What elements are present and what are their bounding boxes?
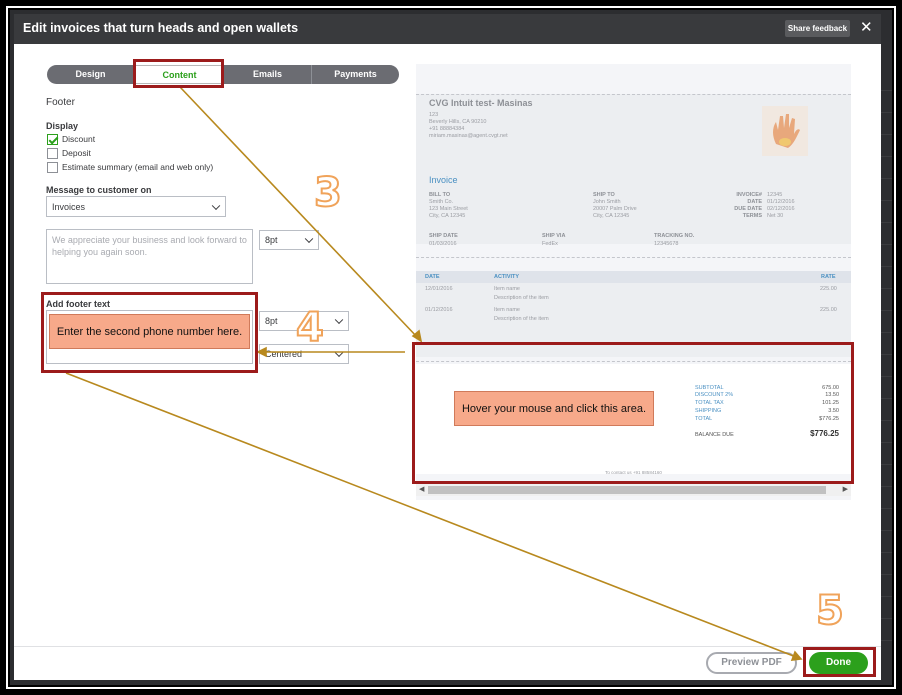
preview-divider [416, 94, 851, 95]
chevron-down-icon [211, 201, 221, 210]
preview-bill-to-1: Smith Co. [429, 199, 454, 205]
company-logo-icon [762, 106, 808, 156]
preview-ship-to-label: SHIP TO [593, 192, 615, 198]
tab-emails[interactable]: Emails [224, 65, 312, 84]
scroll-left-icon[interactable]: ◀ [419, 484, 424, 496]
tab-design[interactable]: Design [47, 65, 135, 84]
discount-checkbox[interactable] [47, 134, 58, 145]
preview-ship-date: 01/03/2016 [429, 241, 457, 247]
preview-row-2-item: Item name [494, 307, 520, 313]
preview-row-1-desc: Description of the item [494, 295, 549, 301]
preview-bill-to-2: 123 Main Street [429, 206, 468, 212]
share-feedback-button[interactable]: Share feedback [785, 20, 850, 37]
preview-address-2: Beverly Hills, CA 90210 [429, 119, 487, 125]
preview-tracking-label: TRACKING NO. [654, 233, 695, 239]
preview-ship-date-label: SHIP DATE [429, 233, 458, 239]
preview-address-3: +91 88884384 [429, 126, 465, 132]
step-number-3: 3 [313, 169, 343, 217]
preview-meta-label-2: DATE [747, 199, 762, 205]
message-label: Message to customer on [46, 185, 152, 195]
content-tab-highlight [133, 59, 224, 88]
step-number-5: 5 [815, 587, 845, 635]
section-title: Footer [46, 97, 75, 108]
preview-address-4: miriam.masinas@agent.cvgt.net [429, 133, 508, 139]
preview-divider [416, 257, 851, 258]
preview-doc-title: Invoice [429, 175, 458, 185]
chevron-down-icon [334, 315, 344, 325]
preview-ship-to-2: 20007 Palm Drive [593, 206, 637, 212]
scroll-right-icon[interactable]: ▶ [843, 484, 848, 496]
preview-row-1-date: 12/01/2016 [425, 286, 453, 292]
preview-bill-to-3: City, CA 12345 [429, 213, 466, 219]
preview-company: CVG Intuit test- Masinas [429, 98, 533, 108]
message-type-select[interactable]: Invoices [46, 196, 226, 217]
preview-row-1-item: Item name [494, 286, 520, 292]
chevron-down-icon [304, 234, 314, 244]
preview-meta-value-3: 02/12/2016 [767, 206, 795, 212]
preview-row-2-amount: 225.00 [820, 307, 837, 313]
preview-row-2-desc: Description of the item [494, 316, 549, 322]
display-label: Display [46, 121, 79, 131]
preview-row-2-date: 01/12/2016 [425, 307, 453, 313]
estimate-summary-label: Estimate summary (email and web only) [62, 162, 214, 172]
preview-bill-to-label: BILL TO [429, 192, 451, 198]
modal-header: Edit invoices that turn heads and open w… [14, 14, 881, 44]
message-font-size-value: 8pt [265, 235, 278, 245]
preview-col-date: DATE [425, 274, 440, 280]
message-font-size-select[interactable]: 8pt [259, 230, 319, 250]
step-number-4: 4 [295, 304, 325, 352]
discount-label: Discount [62, 134, 96, 144]
preview-meta-label-4: TERMS [742, 213, 762, 219]
done-button-highlight [803, 647, 876, 677]
preview-col-rate: RATE [821, 274, 836, 280]
preview-meta-value-1: 12345 [767, 192, 783, 198]
deposit-checkbox[interactable] [47, 148, 58, 159]
preview-meta-value-2: 01/12/2016 [767, 199, 795, 205]
preview-ship-to-1: John Smith [593, 199, 621, 205]
preview-ship-to-3: City, CA 12345 [593, 213, 630, 219]
footer-font-size-value: 8pt [265, 316, 278, 326]
estimate-summary-checkbox[interactable] [47, 162, 58, 173]
preview-table-header [416, 271, 851, 283]
footer-divider [14, 646, 881, 647]
preview-pdf-button[interactable]: Preview PDF [706, 652, 797, 674]
tab-payments[interactable]: Payments [312, 65, 399, 84]
preview-ship-via: FedEx [542, 241, 558, 247]
preview-meta-value-4: Net 30 [767, 213, 784, 219]
preview-row-1-amount: 225.00 [820, 286, 837, 292]
preview-horizontal-scrollbar[interactable]: ◀ ▶ [416, 484, 851, 496]
footer-callout: Enter the second phone number here. [49, 314, 250, 349]
message-type-value: Invoices [52, 201, 86, 212]
preview-address-1: 123 [429, 112, 439, 118]
deposit-label: Deposit [62, 148, 91, 158]
preview-meta-label-3: DUE DATE [734, 206, 762, 212]
chevron-down-icon [334, 348, 344, 358]
message-textarea[interactable]: We appreciate your business and look for… [46, 229, 253, 284]
scroll-thumb[interactable] [428, 486, 826, 494]
preview-callout: Hover your mouse and click this area. [454, 391, 654, 426]
preview-col-activity: ACTIVITY [494, 274, 520, 280]
preview-tracking: 12345678 [654, 241, 679, 247]
modal-title: Edit invoices that turn heads and open w… [23, 21, 299, 35]
close-icon[interactable]: ✕ [860, 19, 873, 37]
preview-meta-label-1: INVOICE# [736, 192, 762, 198]
preview-ship-via-label: SHIP VIA [542, 233, 566, 239]
